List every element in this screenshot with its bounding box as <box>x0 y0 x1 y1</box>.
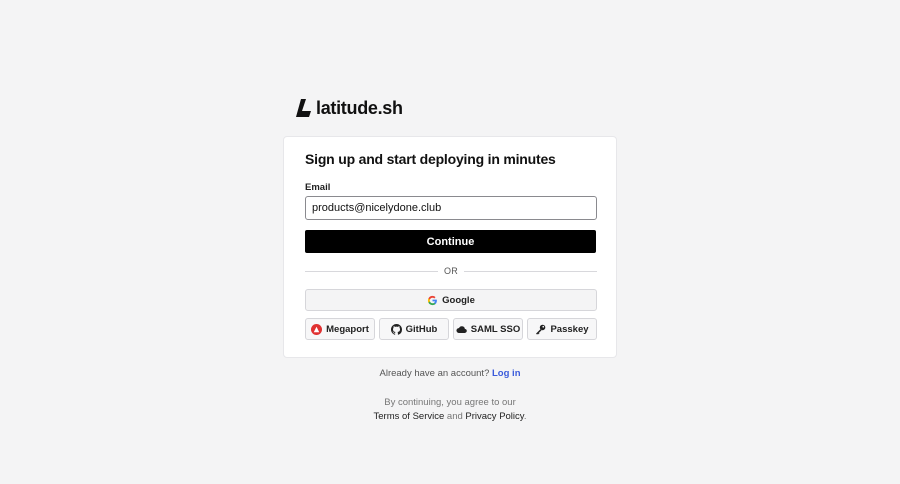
latitude-logo-icon <box>296 99 311 117</box>
megaport-signin-button[interactable]: Megaport <box>305 318 375 340</box>
provider-buttons: Megaport GitHub SAML SSO Passkey <box>305 318 597 340</box>
email-label: Email <box>305 182 331 193</box>
divider-line-left <box>305 270 438 272</box>
megaport-label: Megaport <box>326 323 369 335</box>
terms-period: . <box>523 411 527 422</box>
passkey-label: Passkey <box>550 323 589 335</box>
google-icon <box>427 295 438 306</box>
saml-sso-button[interactable]: SAML SSO <box>453 318 523 340</box>
terms-and-text: and <box>446 411 463 422</box>
github-signin-button[interactable]: GitHub <box>379 318 449 340</box>
google-label: Google <box>442 294 475 306</box>
github-icon <box>390 323 402 335</box>
megaport-icon <box>311 323 323 335</box>
passkey-button[interactable]: Passkey <box>527 318 597 340</box>
divider-line-right <box>464 270 598 272</box>
signup-card: Sign up and start deploying in minutes E… <box>283 136 617 358</box>
login-link[interactable]: Log in <box>492 368 521 379</box>
privacy-policy-link[interactable]: Privacy Policy <box>465 411 523 422</box>
saml-sso-label: SAML SSO <box>470 323 521 335</box>
or-text: OR <box>443 266 459 276</box>
login-prompt-row: Already have an account? Log in <box>0 368 900 379</box>
terms-notice: By continuing, you agree to our Terms of… <box>0 396 900 424</box>
key-icon <box>535 324 546 335</box>
terms-line-1: By continuing, you agree to our <box>384 397 516 408</box>
github-label: GitHub <box>405 323 438 335</box>
cloud-icon <box>456 324 467 335</box>
or-divider: OR <box>305 265 598 277</box>
brand-logo[interactable]: latitude.sh <box>296 98 403 118</box>
terms-of-service-link[interactable]: Terms of Service <box>374 411 445 422</box>
brand-name: latitude.sh <box>316 97 403 118</box>
terms-line-2: Terms of Service and Privacy Policy. <box>0 410 900 424</box>
google-signin-button[interactable]: Google <box>305 289 597 311</box>
continue-button[interactable]: Continue <box>305 230 596 253</box>
signup-title: Sign up and start deploying in minutes <box>305 151 556 167</box>
login-prompt: Already have an account? <box>379 368 490 379</box>
email-field[interactable] <box>305 196 597 220</box>
